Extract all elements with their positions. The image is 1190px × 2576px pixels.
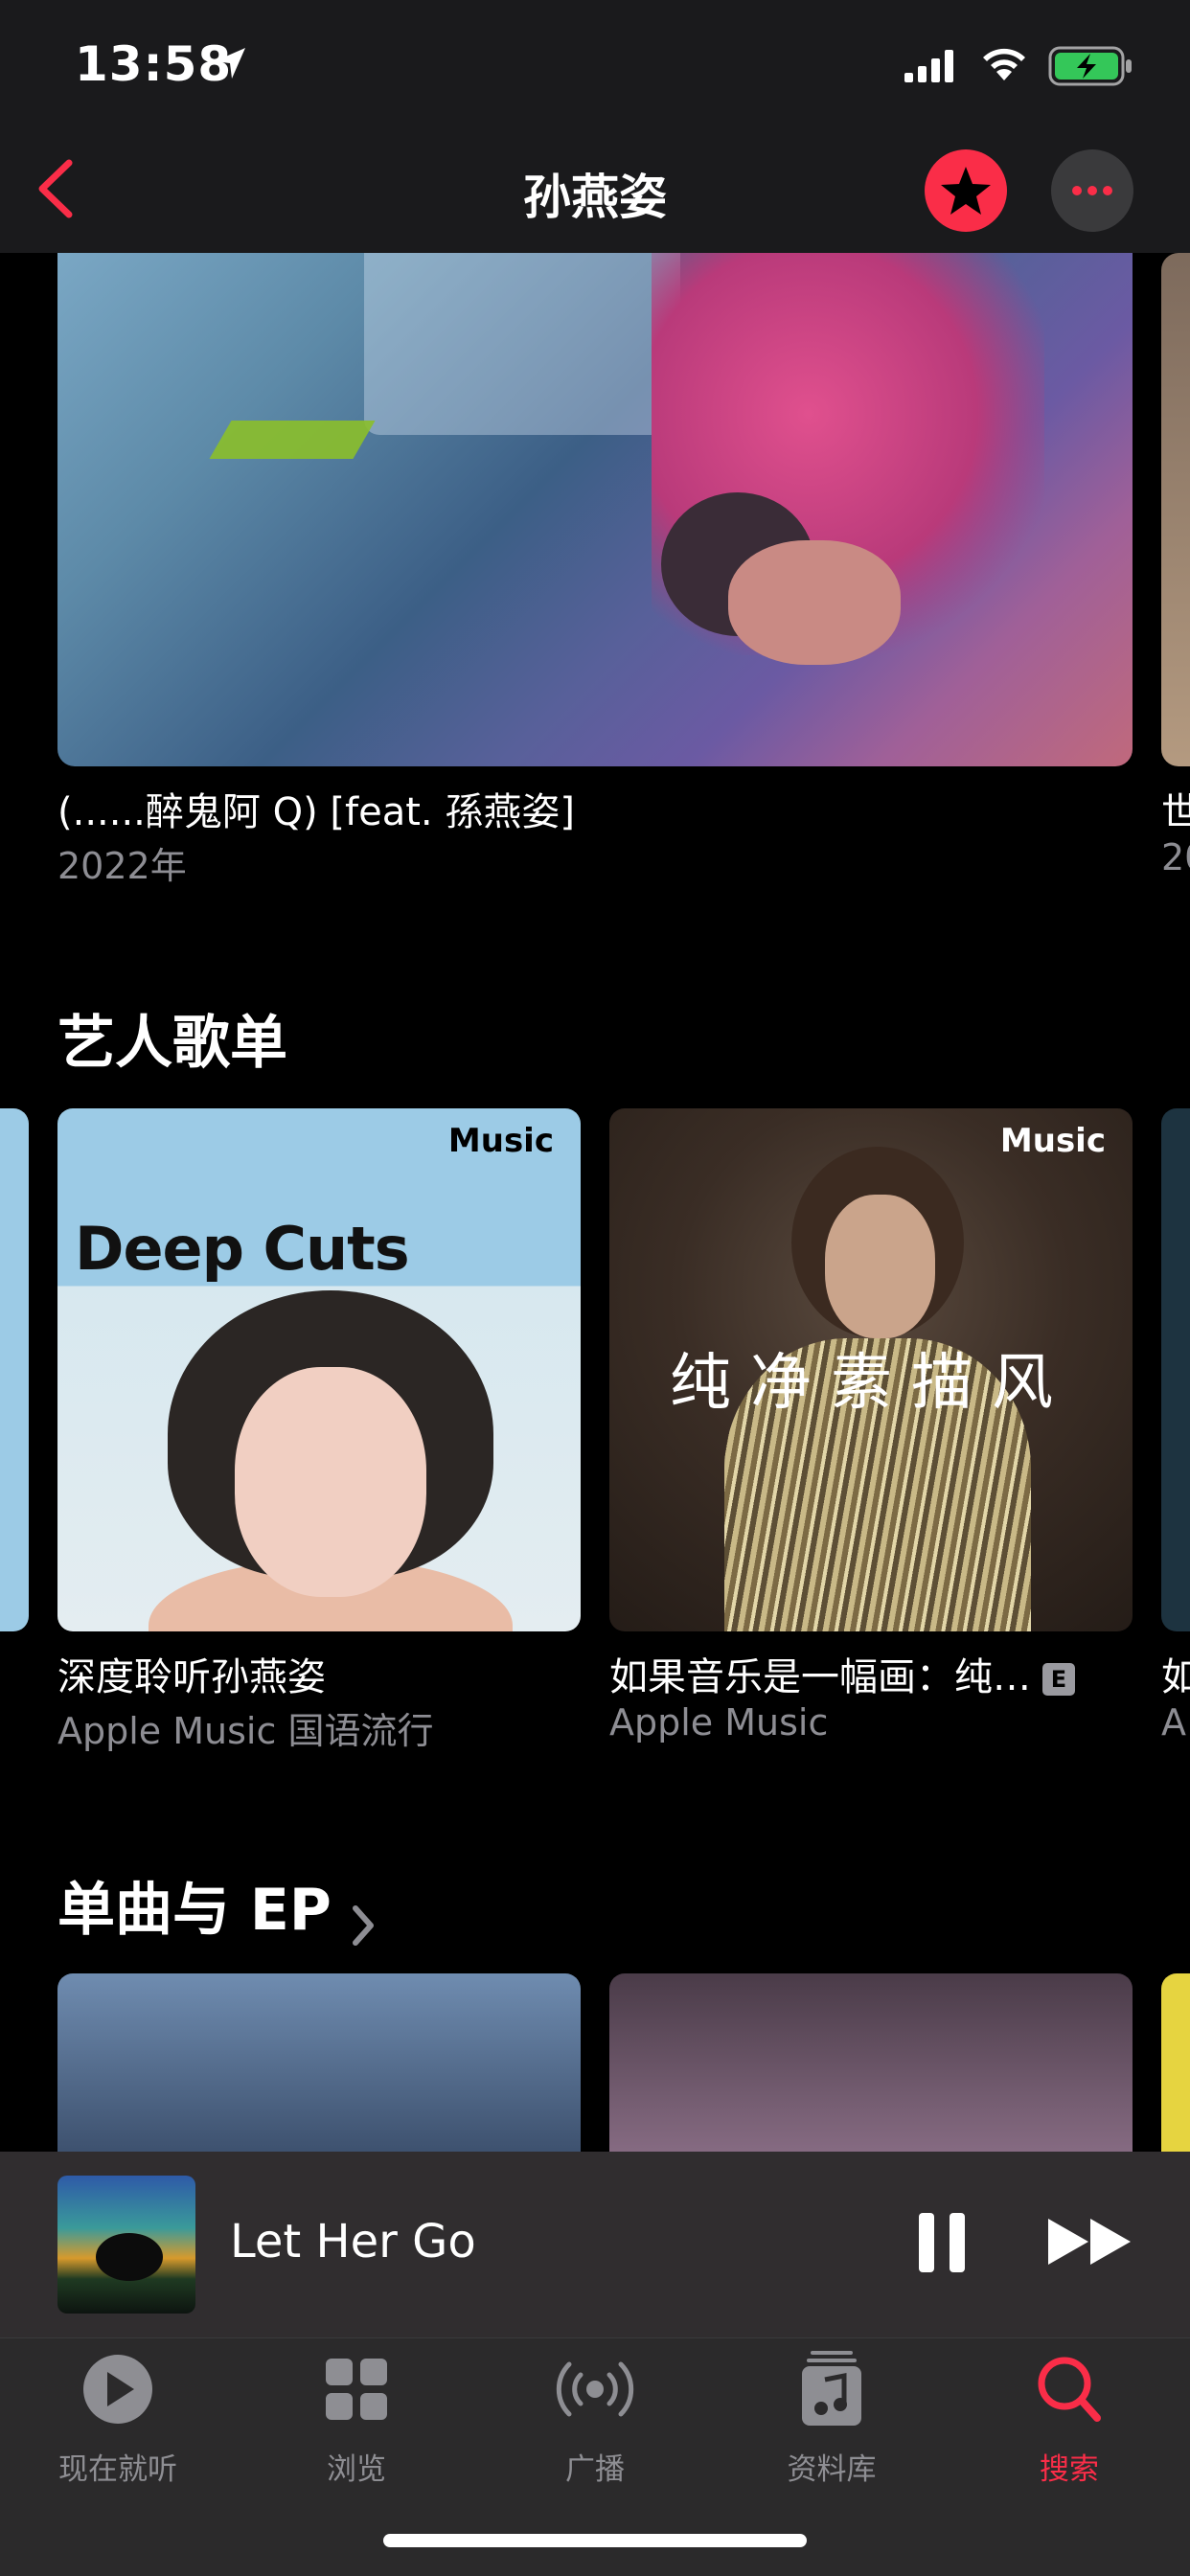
apple-music-badge: Music: [447, 1122, 554, 1160]
single-cover[interactable]: [609, 1973, 1133, 2165]
artist-portrait: [149, 1290, 513, 1631]
playlist-card-deep-cuts[interactable]: Music Deep Cuts: [57, 1108, 581, 1631]
tab-search[interactable]: 搜索: [988, 2349, 1151, 2488]
singles-section-title: 单曲与 EP: [57, 1877, 332, 1944]
cover-title: Deep Cuts: [75, 1214, 410, 1284]
battery-charging-icon: [1048, 46, 1132, 86]
next-album-title-peek: 世: [1161, 790, 1190, 834]
pause-icon[interactable]: [915, 2211, 969, 2274]
signal-icon: [904, 50, 953, 82]
more-button[interactable]: [1051, 149, 1133, 232]
playlist-title[interactable]: 如果音乐是一幅画：纯… E: [609, 1646, 1133, 1701]
status-indicators: [904, 42, 1144, 90]
next-single-peek[interactable]: [1161, 1973, 1190, 2165]
apple-music-badge: Music: [999, 1122, 1106, 1160]
playlists-section-title: 艺人歌单: [57, 1010, 287, 1077]
now-playing-artwork[interactable]: [57, 2176, 195, 2314]
album-cover[interactable]: [57, 253, 1133, 766]
tab-listen-now[interactable]: 现在就听: [36, 2349, 199, 2488]
library-icon: [802, 2351, 861, 2426]
playlist-title[interactable]: 深度聆听孙燕姿: [57, 1646, 326, 1701]
playlist-card-sketch[interactable]: Music 纯净素描风: [609, 1108, 1133, 1631]
cover-title: 纯净素描风: [670, 1348, 1072, 1419]
next-playlist-title-peek: 如: [1161, 1655, 1190, 1699]
star-icon: [941, 167, 991, 215]
ellipsis-icon: [1072, 186, 1112, 195]
album-year: 2022年: [57, 845, 187, 887]
location-arrow-icon: [215, 48, 245, 79]
wifi-icon: [983, 48, 1025, 80]
tab-browse[interactable]: 浏览: [275, 2349, 438, 2488]
favorite-button[interactable]: [925, 149, 1007, 232]
album-title[interactable]: (......醉鬼阿 Q) [feat. 孫燕姿]: [57, 781, 575, 836]
home-indicator[interactable]: [383, 2534, 807, 2547]
next-album-year-peek: 20: [1161, 836, 1190, 878]
next-playlist-subtitle-peek: A: [1161, 1701, 1186, 1744]
radio-icon: [556, 2361, 634, 2417]
next-playlist-peek[interactable]: [1161, 1108, 1190, 1631]
tab-library[interactable]: 资料库: [750, 2349, 913, 2488]
play-circle-icon: [83, 2355, 152, 2424]
grid-icon: [326, 2359, 387, 2420]
page-title: 孙燕姿: [523, 170, 667, 225]
singles-section-header[interactable]: 单曲与 EP: [57, 1863, 377, 1949]
prev-playlist-peek[interactable]: [0, 1108, 29, 1631]
skip-forward-icon[interactable]: [1046, 2215, 1134, 2268]
search-icon: [1038, 2357, 1101, 2422]
next-album-cover-peek[interactable]: [1161, 253, 1190, 766]
explicit-badge: E: [1042, 1663, 1075, 1696]
playlist-subtitle: Apple Music: [609, 1701, 829, 1744]
single-cover[interactable]: [57, 1973, 581, 2165]
playlist-subtitle: Apple Music 国语流行: [57, 1710, 434, 1752]
status-time: 13:58: [75, 36, 233, 92]
tab-radio[interactable]: 广播: [514, 2349, 676, 2488]
now-playing-title[interactable]: Let Her Go: [230, 2215, 476, 2268]
chevron-right-icon: [352, 1904, 374, 1946]
